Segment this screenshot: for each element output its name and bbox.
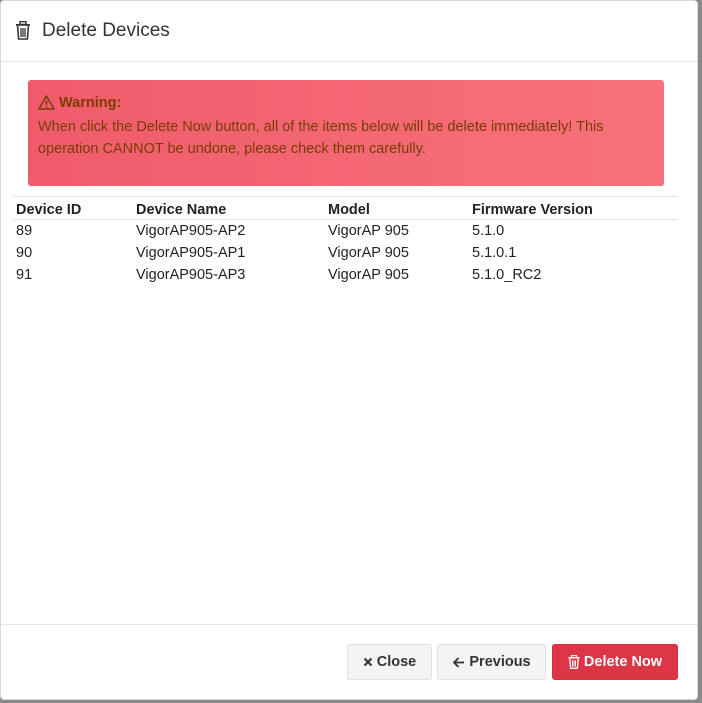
cell-model: VigorAP 905 [328, 244, 409, 261]
column-header-firmware-version: Firmware Version [468, 196, 677, 220]
trash-icon [568, 655, 580, 669]
dialog-footer: Close Previous Delete Now [1, 624, 697, 699]
delete-devices-dialog: Delete Devices Warning: When click the D… [0, 0, 698, 700]
trash-icon [15, 21, 33, 41]
dialog-title: Delete Devices [42, 20, 170, 41]
warning-triangle-icon [38, 95, 55, 111]
table-header-row: Device ID Device Name Model Firmware Ver… [12, 196, 677, 220]
previous-button[interactable]: Previous [437, 644, 546, 680]
delete-now-button-label: Delete Now [583, 654, 663, 670]
alert-message: When click the Delete Now button, all of… [38, 119, 604, 157]
cell-model: VigorAP 905 [328, 222, 409, 239]
cell-device-name: VigorAP905-AP2 [136, 222, 246, 239]
column-header-model: Model [324, 196, 468, 220]
alert-title: Warning: [59, 95, 122, 111]
times-icon [363, 657, 373, 667]
cell-firmware-version: 5.1.0_RC2 [472, 266, 542, 283]
close-button[interactable]: Close [347, 644, 432, 680]
devices-table-container: Device ID Device Name Model Firmware Ver… [12, 196, 677, 286]
table-row: 91 VigorAP905-AP3 VigorAP 905 5.1.0_RC2 [12, 264, 677, 286]
table-row: 89 VigorAP905-AP2 VigorAP 905 5.1.0 [12, 220, 677, 243]
cell-model: VigorAP 905 [328, 266, 409, 283]
previous-button-label: Previous [469, 654, 531, 670]
close-button-label: Close [376, 654, 417, 670]
cell-device-name: VigorAP905-AP3 [136, 266, 246, 283]
arrow-left-icon [452, 656, 465, 668]
cell-firmware-version: 5.1.0.1 [472, 244, 517, 261]
devices-table: Device ID Device Name Model Firmware Ver… [12, 196, 677, 286]
table-row: 90 VigorAP905-AP1 VigorAP 905 5.1.0.1 [12, 242, 677, 264]
column-header-device-name: Device Name [132, 196, 324, 220]
dialog-header: Delete Devices [1, 1, 697, 62]
cell-firmware-version: 5.1.0 [472, 222, 505, 239]
warning-alert: Warning: When click the Delete Now butto… [28, 80, 664, 186]
column-header-device-id: Device ID [12, 196, 132, 220]
cell-device-id: 90 [16, 244, 33, 261]
cell-device-name: VigorAP905-AP1 [136, 244, 246, 261]
delete-now-button[interactable]: Delete Now [552, 644, 678, 680]
cell-device-id: 89 [16, 222, 33, 239]
alert-title-row: Warning: [38, 92, 654, 114]
cell-device-id: 91 [16, 266, 33, 283]
